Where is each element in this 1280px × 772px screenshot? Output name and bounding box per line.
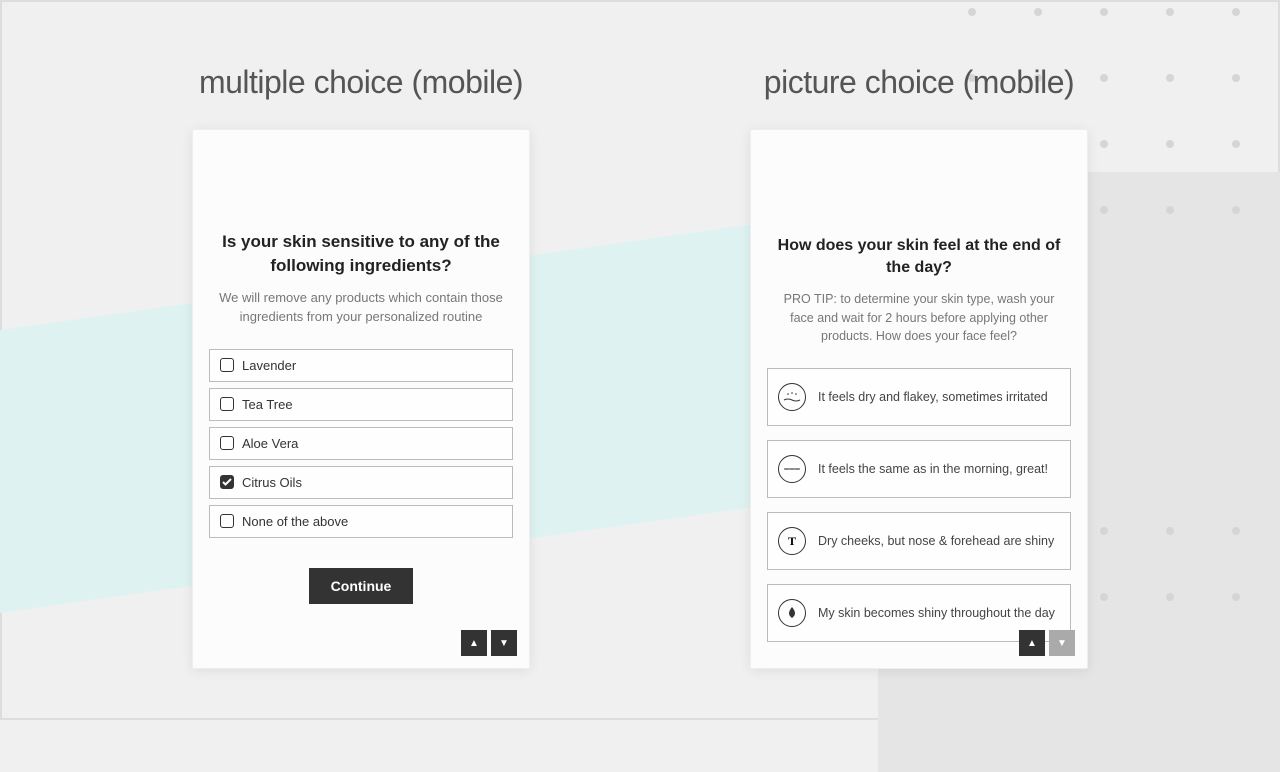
caret-down-icon: ▼ [499, 638, 509, 649]
option-label: Citrus Oils [242, 475, 302, 490]
nav-down-button[interactable]: ▼ [1049, 630, 1075, 656]
checkbox-icon [220, 397, 234, 411]
option-lavender[interactable]: Lavender [209, 349, 513, 382]
question-text: Is your skin sensitive to any of the fol… [209, 230, 513, 278]
column-title-right: picture choice (mobile) [764, 64, 1074, 101]
question-subtext: PRO TIP: to determine your skin type, wa… [767, 290, 1071, 346]
options-list: Lavender Tea Tree Aloe Vera Citrus Oils … [209, 349, 513, 538]
option-label: None of the above [242, 514, 348, 529]
nav-up-button[interactable]: ▲ [1019, 630, 1045, 656]
option-label: Dry cheeks, but nose & forehead are shin… [818, 534, 1054, 548]
multiple-choice-column: multiple choice (mobile) Is your skin se… [192, 64, 530, 669]
option-combination[interactable]: T Dry cheeks, but nose & forehead are sh… [767, 512, 1071, 570]
option-aloe-vera[interactable]: Aloe Vera [209, 427, 513, 460]
option-dry[interactable]: It feels dry and flakey, sometimes irrit… [767, 368, 1071, 426]
phone-mockup-right: How does your skin feel at the end of th… [750, 129, 1088, 669]
option-label: Aloe Vera [242, 436, 298, 451]
nav-down-button[interactable]: ▼ [491, 630, 517, 656]
checkbox-icon [220, 475, 234, 489]
option-none[interactable]: None of the above [209, 505, 513, 538]
column-title-left: multiple choice (mobile) [199, 64, 523, 101]
nav-up-button[interactable]: ▲ [461, 630, 487, 656]
option-label: Tea Tree [242, 397, 293, 412]
normal-icon [778, 455, 806, 483]
caret-up-icon: ▲ [1027, 638, 1037, 649]
option-label: My skin becomes shiny throughout the day [818, 606, 1055, 620]
option-normal[interactable]: It feels the same as in the morning, gre… [767, 440, 1071, 498]
option-citrus-oils[interactable]: Citrus Oils [209, 466, 513, 499]
picture-choice-column: picture choice (mobile) How does your sk… [750, 64, 1088, 669]
oily-icon [778, 599, 806, 627]
question-subtext: We will remove any products which contai… [209, 288, 513, 327]
dry-icon [778, 383, 806, 411]
combination-icon: T [778, 527, 806, 555]
question-text: How does your skin feel at the end of th… [767, 235, 1071, 280]
option-label: It feels the same as in the morning, gre… [818, 462, 1048, 476]
checkbox-icon [220, 358, 234, 372]
checkbox-icon [220, 436, 234, 450]
picture-options-list: It feels dry and flakey, sometimes irrit… [767, 368, 1071, 642]
caret-down-icon: ▼ [1057, 638, 1067, 649]
option-tea-tree[interactable]: Tea Tree [209, 388, 513, 421]
option-label: It feels dry and flakey, sometimes irrit… [818, 390, 1048, 404]
caret-up-icon: ▲ [469, 638, 479, 649]
option-label: Lavender [242, 358, 296, 373]
phone-mockup-left: Is your skin sensitive to any of the fol… [192, 129, 530, 669]
checkbox-icon [220, 514, 234, 528]
continue-button[interactable]: Continue [309, 568, 414, 604]
